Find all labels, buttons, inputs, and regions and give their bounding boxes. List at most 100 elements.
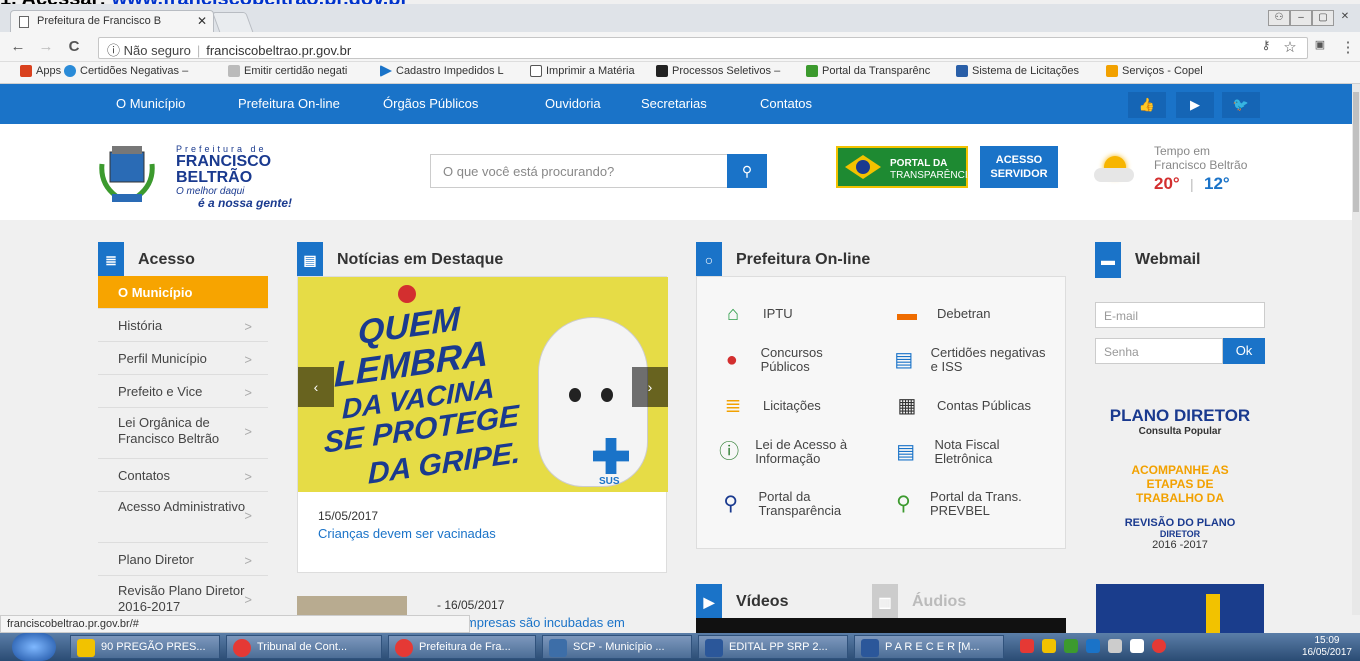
bookmark-licitacoes[interactable]: Sistema de Licitações — [956, 65, 1079, 77]
nav-orgaos-publicos[interactable]: Órgãos Públicos — [383, 96, 478, 111]
service-debetran[interactable]: ▬ Debetran — [891, 299, 990, 329]
twitter-icon[interactable]: 🐦 — [1222, 92, 1260, 118]
tab-bar: Prefeitura de Francisco B ✕ ⚇ – ▢ ✕ — [0, 4, 1360, 34]
service-iptu[interactable]: ⌂ IPTU — [717, 299, 793, 329]
tray-app-icon[interactable] — [1064, 639, 1078, 653]
menu-item-lei-organica[interactable]: Lei Orgânica de Francisco Beltrão > — [98, 408, 268, 459]
menu-item-acesso-admin[interactable]: Acesso Administrativo > — [98, 492, 268, 543]
nav-municipio[interactable]: O Município — [116, 96, 185, 111]
menu-item-perfil[interactable]: Perfil Município > — [98, 342, 268, 375]
security-indicator[interactable]: ⓘ Não seguro — [107, 43, 191, 58]
portal-transparencia-button[interactable]: PORTAL DA TRANSPARÊNCIA — [836, 146, 974, 188]
close-tab-icon[interactable]: ✕ — [197, 14, 207, 28]
page-scrollbar[interactable] — [1352, 84, 1360, 615]
forward-button[interactable]: → — [36, 38, 56, 55]
coat-of-arms-icon — [99, 146, 155, 202]
next-slide-button[interactable]: › — [632, 367, 668, 407]
service-certidoes[interactable]: ▤ Certidões negativas e ISS — [891, 345, 1051, 375]
browser-tab[interactable]: Prefeitura de Francisco B ✕ — [10, 10, 214, 34]
invoice-icon: ▤ — [896, 441, 916, 463]
new-tab-button[interactable] — [211, 12, 255, 34]
bookmark-star-icon[interactable]: ☆ — [1280, 38, 1300, 56]
bookmark-cadastro[interactable]: Cadastro Impedidos L — [380, 65, 504, 77]
extension-icon[interactable]: ▣ — [1310, 38, 1330, 51]
taskbar-item-edital[interactable]: EDITAL PP SRP 2... — [698, 635, 848, 659]
scroll-thumb[interactable] — [1353, 92, 1359, 212]
play-icon[interactable]: ▶ — [1176, 92, 1214, 118]
vaccine-banner[interactable]: QUEM LEMBRA DA VACINA SE PROTEGE DA GRIP… — [298, 277, 668, 492]
network-icon[interactable] — [1108, 639, 1122, 653]
folder-icon: ▬ — [1095, 242, 1121, 278]
menu-item-plano-diretor[interactable]: Plano Diretor > — [98, 543, 268, 576]
url-field[interactable]: ⓘ Não seguro | franciscobeltrao.pr.gov.br — [98, 37, 1308, 59]
password-field[interactable]: Senha — [1095, 338, 1223, 364]
nav-ouvidoria[interactable]: Ouvidoria — [545, 96, 601, 111]
bookmark-portal[interactable]: Portal da Transparênc — [806, 65, 930, 77]
volume-icon[interactable] — [1130, 639, 1144, 653]
audio-icon: ▥ — [872, 584, 898, 620]
plano-diretor-banner[interactable]: PLANO DIRETOR Consulta Popular ACOMPANHE… — [1098, 406, 1262, 551]
service-concursos[interactable]: ● Concursos Públicos — [717, 345, 867, 375]
bookmark-apps[interactable]: Apps — [20, 65, 61, 77]
chevron-right-icon: > — [244, 553, 252, 568]
profile-button[interactable]: ⚇ — [1268, 10, 1290, 26]
thumbs-up-icon[interactable]: 👍 — [1128, 92, 1166, 118]
email-field[interactable]: E-mail — [1095, 302, 1265, 328]
videos-tab[interactable]: ▶ Vídeos — [696, 584, 788, 620]
location-search-icon: ⚲ — [896, 493, 911, 515]
key-icon[interactable]: ⚷ — [1256, 38, 1276, 52]
service-nota-fiscal[interactable]: ▤ Nota Fiscal Eletrônica — [891, 437, 1051, 467]
back-button[interactable]: ← — [8, 38, 28, 55]
news-card[interactable]: QUEM LEMBRA DA VACINA SE PROTEGE DA GRIP… — [297, 276, 668, 573]
flag-icon[interactable] — [1152, 639, 1166, 653]
service-portal-transparencia[interactable]: ⚲ Portal da Transparência — [717, 489, 877, 519]
search-input[interactable]: O que você está procurando? — [430, 154, 728, 188]
taskbar-item-prefeitura[interactable]: Prefeitura de Fra... — [388, 635, 536, 659]
nav-prefeitura-online[interactable]: Prefeitura On-line — [238, 96, 340, 111]
sun-cloud-icon — [1094, 152, 1140, 182]
menu-item-municipio[interactable]: O Município — [98, 276, 268, 309]
service-prevbel[interactable]: ⚲ Portal da Trans. PREVBEL — [891, 489, 1051, 519]
taskbar-item-scp[interactable]: SCP - Município ... — [542, 635, 692, 659]
chevron-right-icon: > — [244, 385, 252, 400]
taskbar-clock[interactable]: 15:09 16/05/2017 — [1302, 635, 1352, 659]
tray-app-icon[interactable] — [1086, 639, 1100, 653]
search-icon[interactable]: ⚲ — [727, 154, 767, 188]
menu-icon[interactable]: ⋮ — [1338, 38, 1358, 56]
brazil-flag-icon — [842, 152, 884, 182]
chevron-right-icon: > — [244, 592, 252, 607]
minimize-button[interactable]: – — [1290, 10, 1312, 26]
bookmark-imprimir[interactable]: Imprimir a Matéria — [530, 65, 635, 77]
menu-item-prefeito[interactable]: Prefeito e Vice > — [98, 375, 268, 408]
service-licitacoes[interactable]: ≣ Licitações — [717, 391, 821, 421]
service-contas[interactable]: ▦ Contas Públicas — [891, 391, 1031, 421]
close-window-button[interactable]: ✕ — [1334, 10, 1356, 26]
nav-secretarias[interactable]: Secretarias — [641, 96, 707, 111]
reload-button[interactable]: C — [64, 38, 84, 55]
city-logo[interactable]: Prefeitura de FRANCISCO BELTRÃO O melhor… — [98, 144, 292, 210]
tray-app-icon[interactable] — [1042, 639, 1056, 653]
news-headline[interactable]: Crianças devem ser vacinadas — [318, 526, 496, 541]
menu-item-contatos[interactable]: Contatos > — [98, 459, 268, 492]
tray-app-icon[interactable] — [1020, 639, 1034, 653]
audios-tab[interactable]: ▥ Áudios — [872, 584, 966, 620]
bookmark-processos[interactable]: Processos Seletivos – — [656, 65, 780, 77]
noticias-header: ▤ Notícias em Destaque — [297, 242, 503, 278]
list-icon: ≣ — [724, 395, 742, 417]
start-button[interactable] — [12, 633, 56, 661]
nav-contatos[interactable]: Contatos — [760, 96, 812, 111]
maximize-button[interactable]: ▢ — [1312, 10, 1334, 26]
acesso-servidor-button[interactable]: ACESSO SERVIDOR — [980, 146, 1058, 188]
service-lei-acesso[interactable]: ⓘ Lei de Acesso à Informação — [717, 437, 877, 467]
prev-slide-button[interactable]: ‹ — [298, 367, 334, 407]
bookmark-emitir[interactable]: Emitir certidão negati — [228, 65, 347, 77]
bookmark-certidoes[interactable]: Certidões Negativas – — [64, 65, 188, 77]
taskbar-item-pregao[interactable]: 90 PREGÃO PRES... — [70, 635, 220, 659]
menu-item-historia[interactable]: História > — [98, 309, 268, 342]
taskbar-item-parecer[interactable]: P A R E C E R [M... — [854, 635, 1004, 659]
bookmark-copel[interactable]: Serviços - Copel — [1106, 65, 1203, 77]
system-tray — [1020, 639, 1270, 655]
chevron-right-icon: > — [244, 508, 252, 523]
taskbar-item-tribunal[interactable]: Tribunal de Cont... — [226, 635, 382, 659]
webmail-ok-button[interactable]: Ok — [1223, 338, 1265, 364]
